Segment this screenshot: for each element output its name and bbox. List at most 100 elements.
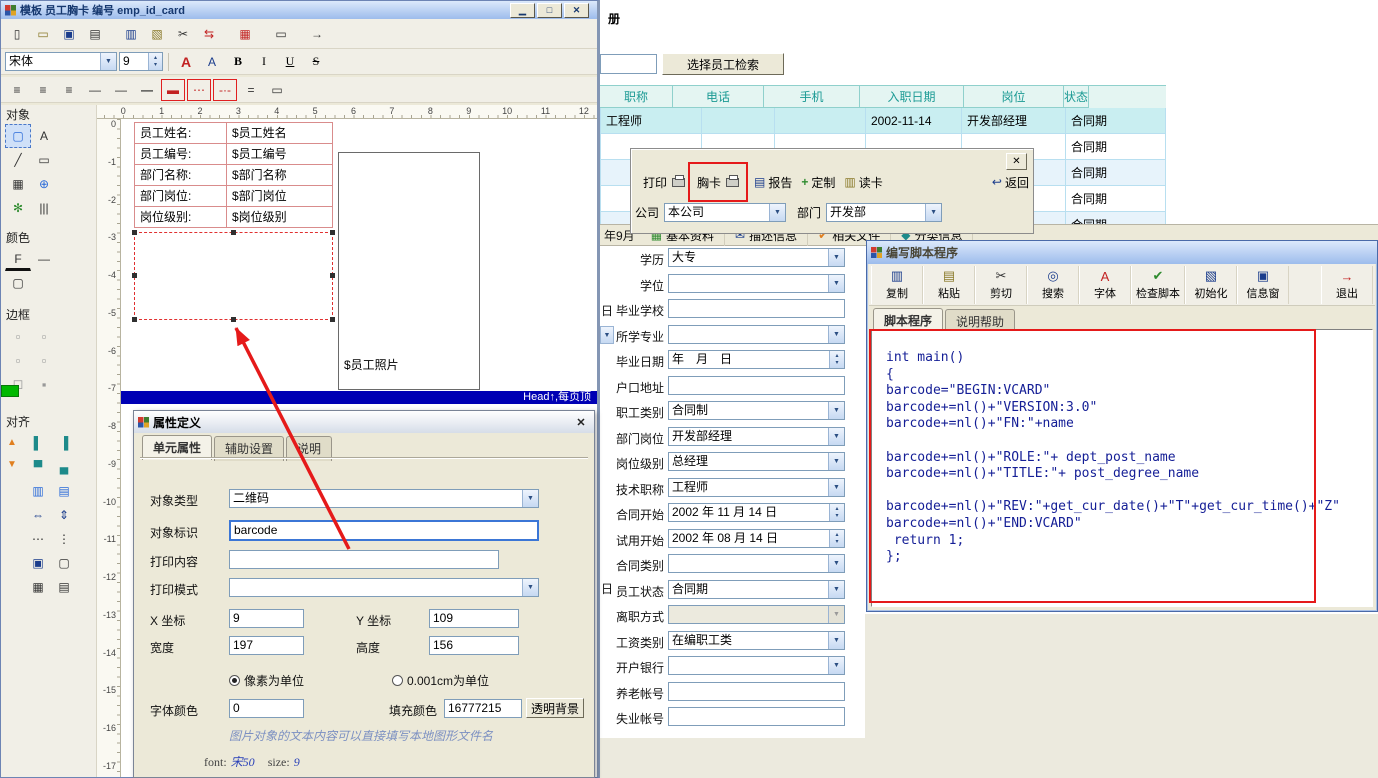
- template-field-row[interactable]: 员工编号: $员工编号: [135, 144, 333, 165]
- line-dashdot-icon[interactable]: -·-: [213, 79, 237, 101]
- cut-button[interactable]: ✂ 剪切: [975, 266, 1027, 304]
- select-employee-search-button[interactable]: 选择员工检索: [662, 53, 784, 75]
- image-icon[interactable]: ▦: [233, 23, 257, 45]
- company-select[interactable]: 本公司: [664, 203, 786, 222]
- print-content-input[interactable]: [229, 550, 499, 569]
- save-icon[interactable]: ▣: [57, 23, 81, 45]
- move-down-icon[interactable]: ▼: [3, 453, 21, 475]
- table-header-cell[interactable]: 状态: [1064, 86, 1089, 108]
- table-row[interactable]: 工程师 2002-11-14 开发部经理 合同期: [600, 108, 1166, 134]
- salary-category-select[interactable]: 在编职工类: [668, 631, 845, 650]
- font-color-icon[interactable]: A: [174, 51, 198, 73]
- ruler-icon[interactable]: ▭: [265, 79, 289, 101]
- fit-page-icon[interactable]: ▢: [51, 551, 77, 575]
- close-icon[interactable]: ✕: [572, 414, 590, 430]
- fill-color-input[interactable]: 16777215: [444, 699, 522, 718]
- width-input[interactable]: 197: [229, 636, 304, 655]
- contract-start-date[interactable]: 2002 年 11 月 14 日: [668, 503, 845, 522]
- bank-select[interactable]: [668, 656, 845, 675]
- designer-title-bar[interactable]: 模板 员工胸卡 编号 emp_id_card ▁□✕: [1, 1, 597, 19]
- unit-pixel-radio[interactable]: 像素为单位: [229, 672, 304, 689]
- table-tool[interactable]: ▦: [5, 172, 31, 196]
- search-button[interactable]: ◎ 搜索: [1027, 266, 1079, 304]
- table-header-cell[interactable]: 电话: [673, 86, 764, 108]
- info-window-button[interactable]: ▣ 信息窗: [1237, 266, 1289, 304]
- align-right-icon[interactable]: ▐: [51, 431, 77, 455]
- center-vertical-icon[interactable]: ▤: [51, 479, 77, 503]
- restore-button[interactable]: □: [537, 3, 562, 18]
- border-left-icon[interactable]: ▫: [5, 348, 31, 372]
- font-size-stepper[interactable]: 9: [119, 52, 163, 71]
- image-tool[interactable]: ✻: [5, 196, 31, 220]
- line-thick-icon[interactable]: ▬: [161, 79, 185, 101]
- color-swatch-green[interactable]: [1, 385, 19, 397]
- contract-type-select[interactable]: [668, 554, 845, 573]
- paste-icon[interactable]: ▧: [145, 23, 169, 45]
- dept-position-select[interactable]: 开发部经理: [668, 427, 845, 446]
- font-button[interactable]: A 字体: [1079, 266, 1131, 304]
- badge-button[interactable]: 胸卡: [691, 170, 745, 194]
- align-top-icon[interactable]: ▀: [25, 455, 51, 479]
- department-select[interactable]: 开发部: [826, 203, 942, 222]
- line-hair-icon[interactable]: —: [83, 79, 107, 101]
- print-button[interactable]: 打印: [637, 170, 691, 194]
- page-header-band[interactable]: Head↑,每页顶: [121, 391, 597, 404]
- table-header-cell[interactable]: 入职日期: [860, 86, 964, 108]
- address-input[interactable]: [668, 376, 845, 395]
- open-icon[interactable]: ▭: [31, 23, 55, 45]
- selected-barcode-region[interactable]: [134, 232, 333, 320]
- print-mode-select[interactable]: [229, 578, 539, 597]
- tab-cell-props[interactable]: 单元属性: [142, 435, 212, 460]
- copy-button[interactable]: ▥ 复制: [871, 266, 923, 304]
- line-double-icon[interactable]: =: [239, 79, 263, 101]
- major-select[interactable]: [668, 325, 845, 344]
- dialog-title-bar[interactable]: 属性定义 ✕: [134, 411, 594, 433]
- cut-icon[interactable]: ✂: [171, 23, 195, 45]
- unit-cm-radio[interactable]: 0.001cm为单位: [392, 672, 489, 689]
- pension-account-input[interactable]: [668, 682, 845, 701]
- italic-icon[interactable]: I: [252, 51, 276, 73]
- font-color-tool[interactable]: F: [5, 249, 31, 271]
- underline-icon[interactable]: U: [278, 51, 302, 73]
- center-horizontal-icon[interactable]: ▥: [25, 479, 51, 503]
- close-button[interactable]: ✕: [1006, 153, 1027, 170]
- table-header-cell[interactable]: 手机: [764, 86, 860, 108]
- graduation-date-field[interactable]: 年 月 日: [668, 350, 845, 369]
- education-select[interactable]: 大专: [668, 248, 845, 267]
- trial-start-date[interactable]: 2002 年 08 月 14 日: [668, 529, 845, 548]
- export-icon[interactable]: →: [305, 23, 329, 45]
- grid-show-icon[interactable]: ▦: [25, 575, 51, 599]
- read-card-button[interactable]: ▥ 读卡: [844, 170, 882, 194]
- object-id-input[interactable]: barcode: [229, 520, 539, 541]
- font-size-icon[interactable]: A: [200, 51, 224, 73]
- table-header-cell[interactable]: 职称: [600, 86, 673, 108]
- x-input[interactable]: 9: [229, 609, 304, 628]
- object-type-select[interactable]: 二维码: [229, 489, 539, 508]
- same-height-icon[interactable]: ⇕: [51, 503, 77, 527]
- bold-icon[interactable]: B: [226, 51, 250, 73]
- print-preview-icon[interactable]: ▤: [83, 23, 107, 45]
- photo-placeholder-region[interactable]: $员工照片: [338, 152, 480, 390]
- frame-icon[interactable]: ▭: [269, 23, 293, 45]
- exit-button[interactable]: → 退出: [1321, 266, 1373, 304]
- line-dotted-icon[interactable]: ⋯: [187, 79, 211, 101]
- unemployment-account-input[interactable]: [668, 707, 845, 726]
- select-tool[interactable]: ▢: [5, 124, 31, 148]
- globe-tool[interactable]: ⊕: [31, 172, 57, 196]
- align-left-icon[interactable]: ▌: [25, 431, 51, 455]
- distribute-icon[interactable]: ⇆: [197, 23, 221, 45]
- align-bottom-icon[interactable]: ▄: [51, 455, 77, 479]
- employee-status-select[interactable]: 合同期: [668, 580, 845, 599]
- border-none-icon[interactable]: ▫: [5, 324, 31, 348]
- report-button[interactable]: ▤ 报告: [754, 170, 792, 194]
- transparent-background-button[interactable]: 透明背景: [526, 698, 584, 718]
- tech-title-select[interactable]: 工程师: [668, 478, 845, 497]
- same-size-icon[interactable]: ▣: [25, 551, 51, 575]
- border-right-icon[interactable]: ▫: [31, 348, 57, 372]
- employee-category-select[interactable]: 合同制: [668, 401, 845, 420]
- template-field-row[interactable]: 员工姓名: $员工姓名: [135, 123, 333, 144]
- check-script-button[interactable]: ✔ 检查脚本: [1131, 266, 1185, 304]
- position-level-select[interactable]: 总经理: [668, 452, 845, 471]
- close-button[interactable]: ✕: [564, 3, 589, 18]
- line-medium-icon[interactable]: —: [135, 79, 159, 101]
